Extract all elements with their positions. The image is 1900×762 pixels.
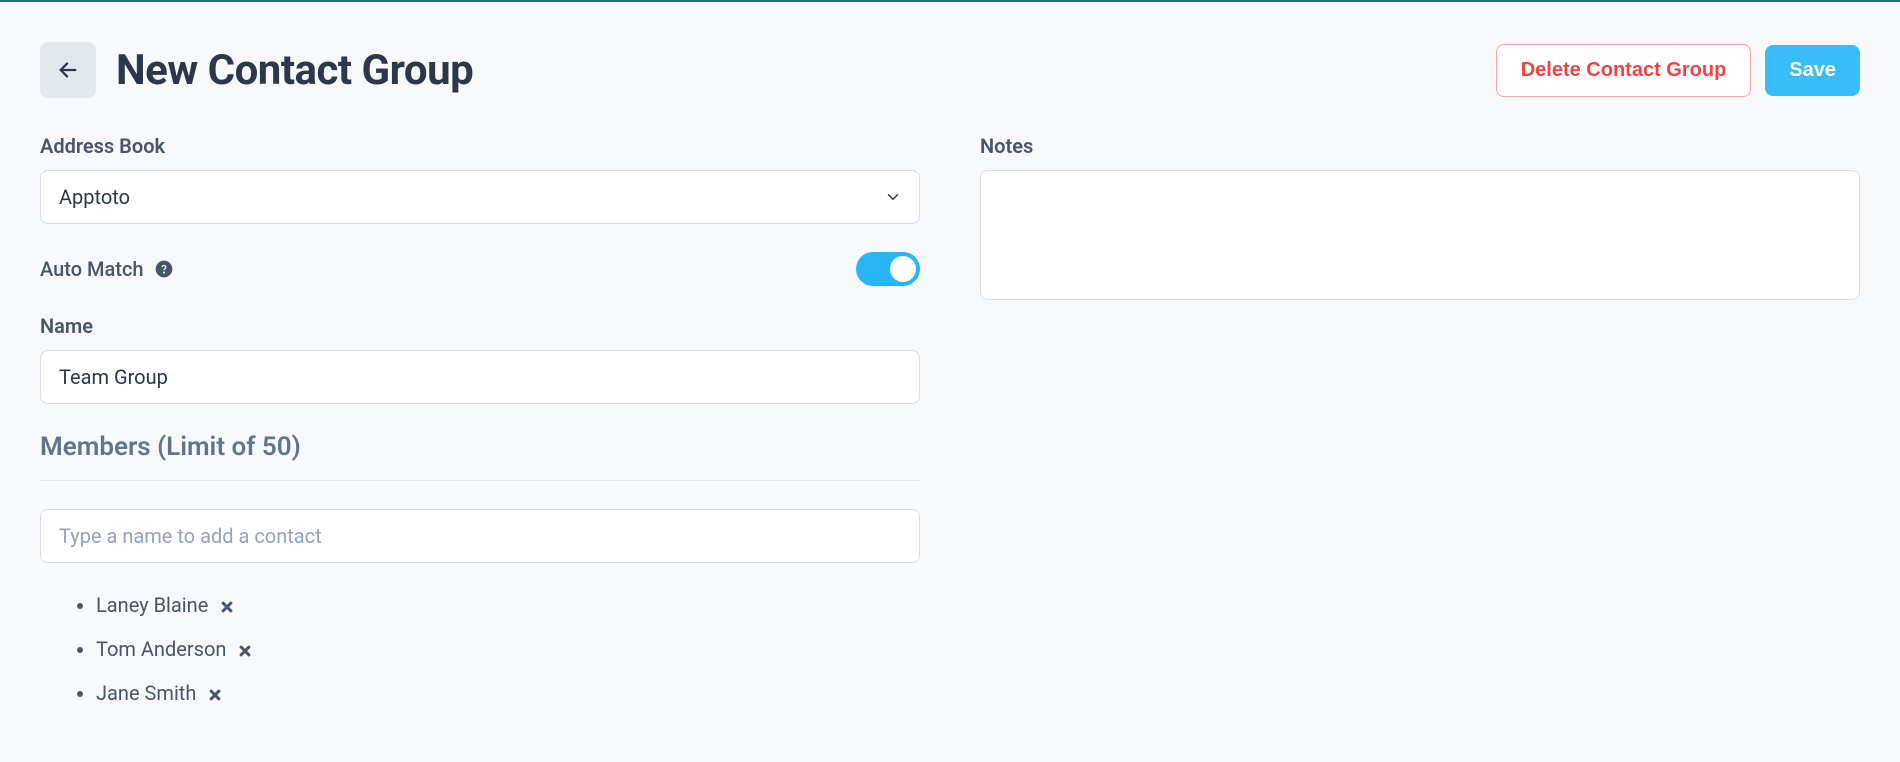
toggle-knob xyxy=(890,256,916,282)
remove-member-icon[interactable] xyxy=(219,599,235,615)
member-item: Jane Smith xyxy=(96,671,920,715)
right-column: Notes xyxy=(980,134,1860,715)
page-header: New Contact Group Delete Contact Group S… xyxy=(40,42,1860,98)
add-contact-input[interactable] xyxy=(40,509,920,563)
member-name: Jane Smith xyxy=(96,681,196,705)
notes-textarea[interactable] xyxy=(980,170,1860,300)
back-button[interactable] xyxy=(40,42,96,98)
left-column: Address Book Apptoto Auto Match xyxy=(40,134,920,715)
save-button[interactable]: Save xyxy=(1765,45,1860,96)
notes-field: Notes xyxy=(980,134,1860,304)
auto-match-toggle[interactable] xyxy=(856,252,920,286)
address-book-select[interactable]: Apptoto xyxy=(40,170,920,224)
members-heading: Members (Limit of 50) xyxy=(40,432,920,481)
arrow-left-icon xyxy=(57,59,79,81)
header-left: New Contact Group xyxy=(40,42,473,98)
header-actions: Delete Contact Group Save xyxy=(1496,44,1860,97)
remove-member-icon[interactable] xyxy=(207,687,223,703)
auto-match-row: Auto Match xyxy=(40,252,920,286)
member-name: Tom Anderson xyxy=(96,637,226,661)
member-item: Laney Blaine xyxy=(96,583,920,627)
member-item: Tom Anderson xyxy=(96,627,920,671)
remove-member-icon[interactable] xyxy=(237,643,253,659)
help-icon[interactable] xyxy=(154,259,174,279)
name-field: Name xyxy=(40,314,920,404)
member-name: Laney Blaine xyxy=(96,593,208,617)
delete-contact-group-button[interactable]: Delete Contact Group xyxy=(1496,44,1752,97)
notes-label: Notes xyxy=(980,134,1860,158)
name-input[interactable] xyxy=(40,350,920,404)
address-book-field: Address Book Apptoto xyxy=(40,134,920,224)
page-title: New Contact Group xyxy=(116,46,473,95)
member-list: Laney Blaine Tom Anderson Jane Smith xyxy=(40,583,920,715)
address-book-label: Address Book xyxy=(40,134,920,158)
auto-match-label: Auto Match xyxy=(40,257,144,281)
name-label: Name xyxy=(40,314,920,338)
